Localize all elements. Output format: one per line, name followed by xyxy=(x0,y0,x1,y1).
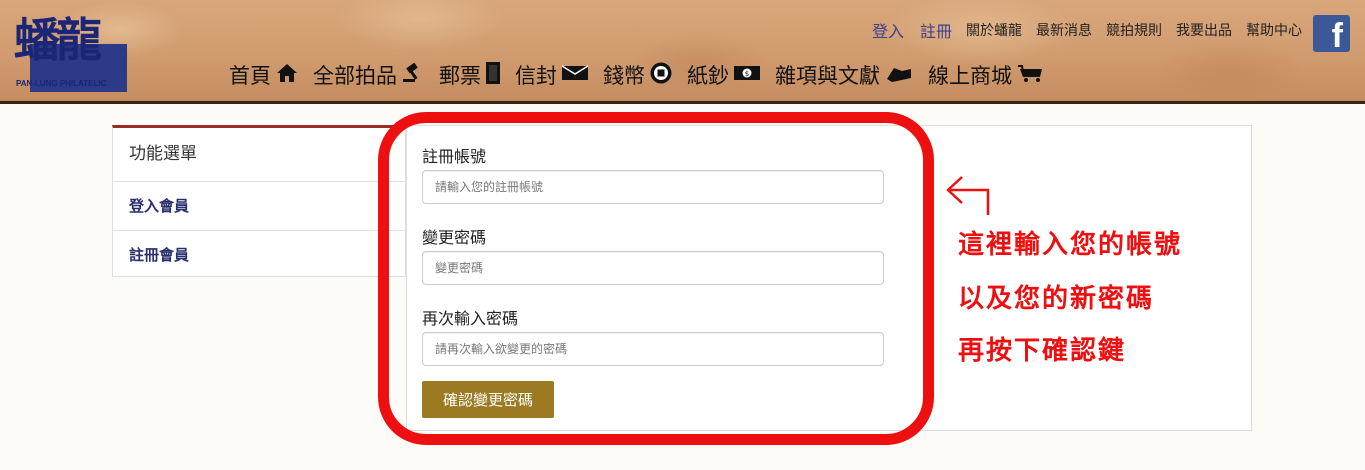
misc-icon xyxy=(884,63,914,87)
account-label: 註冊帳號 xyxy=(422,147,487,166)
facebook-icon[interactable]: f xyxy=(1313,15,1350,52)
confirm-change-password-button[interactable]: 確認變更密碼 xyxy=(422,381,554,418)
top-links: 登入 註冊 關於蟠龍 最新消息 競拍規則 我要出品 幫助中心 xyxy=(856,18,1302,42)
site-logo[interactable]: 蟠龍 PAN-LUNG PHILATELIC xyxy=(14,10,127,92)
coin-icon xyxy=(649,61,673,89)
register-link[interactable]: 註冊 xyxy=(920,18,952,42)
nav-misc[interactable]: 雜項與文獻 xyxy=(775,60,914,90)
nav-stamps[interactable]: 郵票 xyxy=(439,60,501,90)
sidebar-item-member-register[interactable]: 註冊會員 xyxy=(113,231,405,279)
banknote-icon: $ xyxy=(733,64,761,86)
annotation-arrow-icon xyxy=(946,176,990,215)
annotation-line-1: 這裡輸入您的帳號 xyxy=(958,230,1183,260)
confirm-password-label: 再次輸入密碼 xyxy=(422,309,519,328)
confirm-password-input[interactable] xyxy=(422,332,884,366)
logo-subtitle: PAN-LUNG PHILATELIC xyxy=(16,79,107,88)
home-icon xyxy=(275,62,299,88)
nav-covers-label: 信封 xyxy=(515,64,557,88)
envelope-icon xyxy=(561,64,589,86)
logo-text: 蟠龍 xyxy=(14,13,102,67)
nav-all-lots[interactable]: 全部拍品 xyxy=(313,60,425,90)
nav-all-lots-label: 全部拍品 xyxy=(313,64,397,88)
nav-coins-label: 錢幣 xyxy=(603,64,645,88)
svg-text:$: $ xyxy=(745,70,749,78)
nav-covers[interactable]: 信封 xyxy=(515,60,589,90)
stamp-icon xyxy=(485,61,501,89)
login-link[interactable]: 登入 xyxy=(872,18,904,42)
nav-online-shop-label: 線上商城 xyxy=(928,64,1012,88)
auction-rules-link[interactable]: 競拍規則 xyxy=(1106,20,1162,40)
nav-banknotes-label: 紙鈔 xyxy=(687,64,729,88)
nav-home-label: 首頁 xyxy=(229,64,271,88)
annotation-line-3: 再按下確認鍵 xyxy=(958,336,1127,366)
site-header: 蟠龍 PAN-LUNG PHILATELIC 登入 註冊 關於蟠龍 最新消息 競… xyxy=(0,0,1365,104)
function-menu: 功能選單 登入會員 註冊會員 xyxy=(112,125,406,277)
nav-banknotes[interactable]: 紙鈔 $ xyxy=(687,60,761,90)
account-input[interactable] xyxy=(422,170,884,204)
new-password-input[interactable] xyxy=(422,251,884,285)
main-nav: 首頁 全部拍品 郵票 信封 錢幣 紙鈔 $ 雜項與文獻 線上商城 xyxy=(229,60,1060,90)
consign-link[interactable]: 我要出品 xyxy=(1176,20,1232,40)
sidebar-item-member-login[interactable]: 登入會員 xyxy=(113,182,405,231)
news-link[interactable]: 最新消息 xyxy=(1036,20,1092,40)
menu-title: 功能選單 xyxy=(113,128,405,182)
nav-misc-label: 雜項與文獻 xyxy=(775,64,880,88)
new-password-label: 變更密碼 xyxy=(422,228,487,247)
nav-home[interactable]: 首頁 xyxy=(229,60,299,90)
nav-stamps-label: 郵票 xyxy=(439,64,481,88)
annotation-line-2: 以及您的新密碼 xyxy=(958,284,1155,314)
help-link[interactable]: 幫助中心 xyxy=(1246,20,1302,40)
nav-coins[interactable]: 錢幣 xyxy=(603,60,673,90)
shop-icon xyxy=(1016,63,1046,87)
gavel-icon xyxy=(401,62,425,88)
nav-online-shop[interactable]: 線上商城 xyxy=(928,60,1046,90)
about-link[interactable]: 關於蟠龍 xyxy=(966,20,1022,40)
